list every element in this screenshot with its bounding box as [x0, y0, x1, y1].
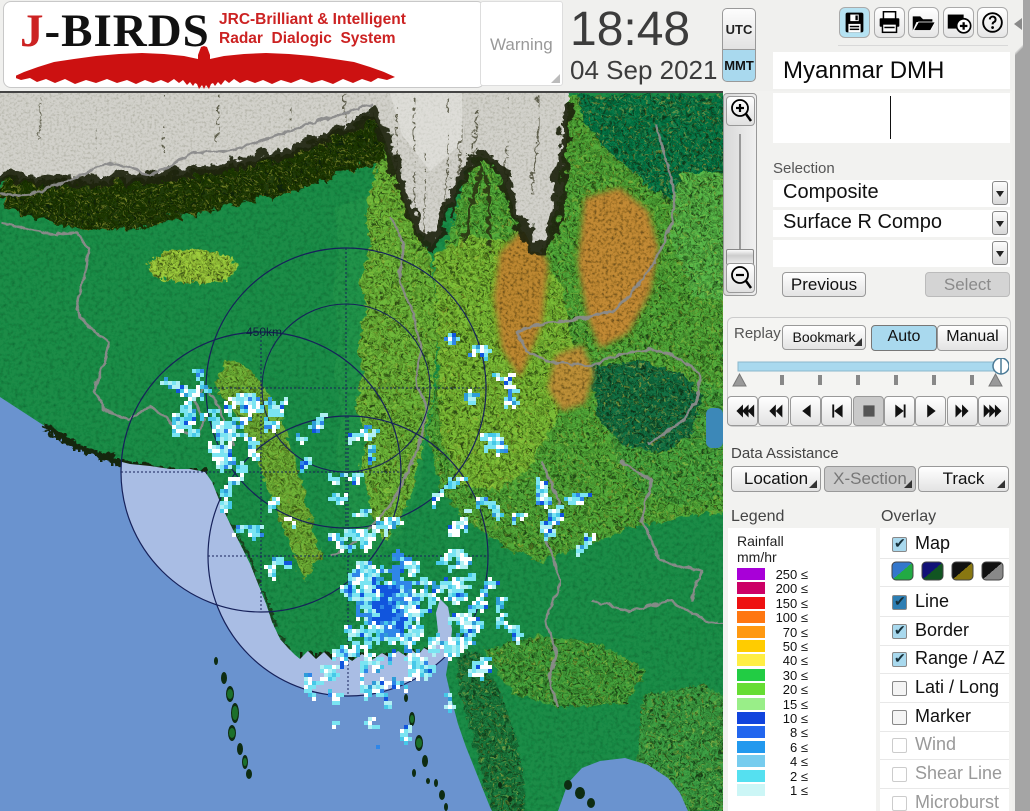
svg-text:450km: 450km — [246, 325, 282, 339]
